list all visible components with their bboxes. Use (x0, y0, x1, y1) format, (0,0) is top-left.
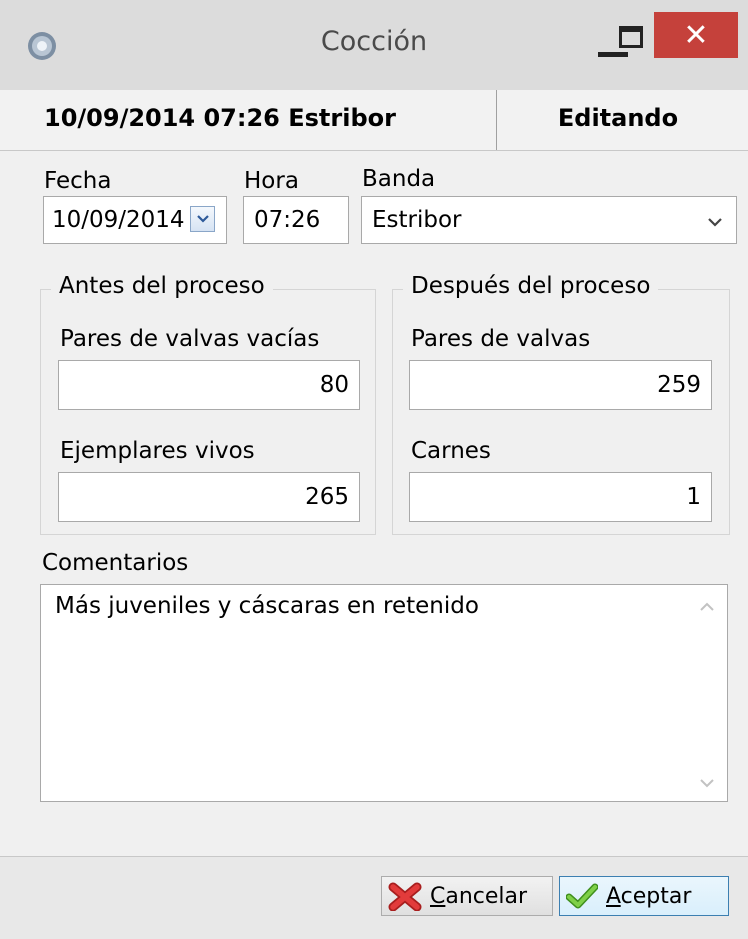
accept-label: Aceptar (606, 883, 692, 909)
carnes-label: Carnes (411, 438, 491, 464)
maximize-icon[interactable] (619, 26, 643, 48)
cancel-label: Cancelar (430, 883, 528, 909)
antes-title: Antes del proceso (51, 273, 273, 299)
vivos-input[interactable]: 265 (58, 472, 360, 522)
record-info: 10/09/2014 07:26 Estribor (44, 104, 396, 132)
cancel-icon (388, 882, 422, 911)
pares-vacias-label: Pares de valvas vacías (60, 326, 320, 352)
date-dropdown-button[interactable] (190, 206, 215, 232)
hora-input[interactable]: 07:26 (243, 196, 349, 244)
cancel-button[interactable]: Cancelar (381, 876, 553, 916)
fecha-value: 10/09/2014 (52, 207, 185, 233)
comentarios-value: Más juveniles y cáscaras en retenido (55, 593, 479, 619)
cocción-dialog: Cocción ✕ 10/09/2014 07:26 Estribor Edit… (0, 0, 748, 939)
close-icon[interactable]: ✕ (654, 12, 738, 58)
record-header: 10/09/2014 07:26 Estribor Editando (0, 90, 748, 151)
banda-select[interactable]: Estribor (361, 196, 737, 244)
scroll-down-icon[interactable] (695, 771, 719, 795)
comentarios-label: Comentarios (42, 550, 189, 576)
comentarios-textarea[interactable]: Más juveniles y cáscaras en retenido (40, 584, 728, 802)
pares-value: 259 (657, 372, 701, 398)
hora-value: 07:26 (254, 207, 321, 233)
banda-value: Estribor (372, 207, 462, 233)
fecha-label: Fecha (44, 168, 112, 194)
scroll-up-icon[interactable] (695, 595, 719, 619)
pares-vacias-value: 80 (319, 372, 349, 398)
hora-label: Hora (244, 168, 299, 194)
vivos-label: Ejemplares vivos (60, 438, 255, 464)
checkmark-icon (566, 883, 598, 909)
edit-status: Editando (557, 104, 679, 132)
chevron-down-icon (196, 215, 209, 223)
vivos-value: 265 (305, 484, 349, 510)
accept-button[interactable]: Aceptar (559, 876, 729, 916)
banda-label: Banda (362, 166, 436, 192)
carnes-value: 1 (686, 484, 701, 510)
despues-title: Después del proceso (403, 273, 659, 299)
pares-label: Pares de valvas (411, 326, 591, 352)
pares-vacias-input[interactable]: 80 (58, 360, 360, 410)
title-bar[interactable]: Cocción ✕ (0, 0, 748, 90)
carnes-input[interactable]: 1 (409, 472, 712, 522)
pares-input[interactable]: 259 (409, 360, 712, 410)
chevron-down-icon[interactable] (704, 211, 726, 233)
close-glyph: ✕ (683, 17, 709, 53)
